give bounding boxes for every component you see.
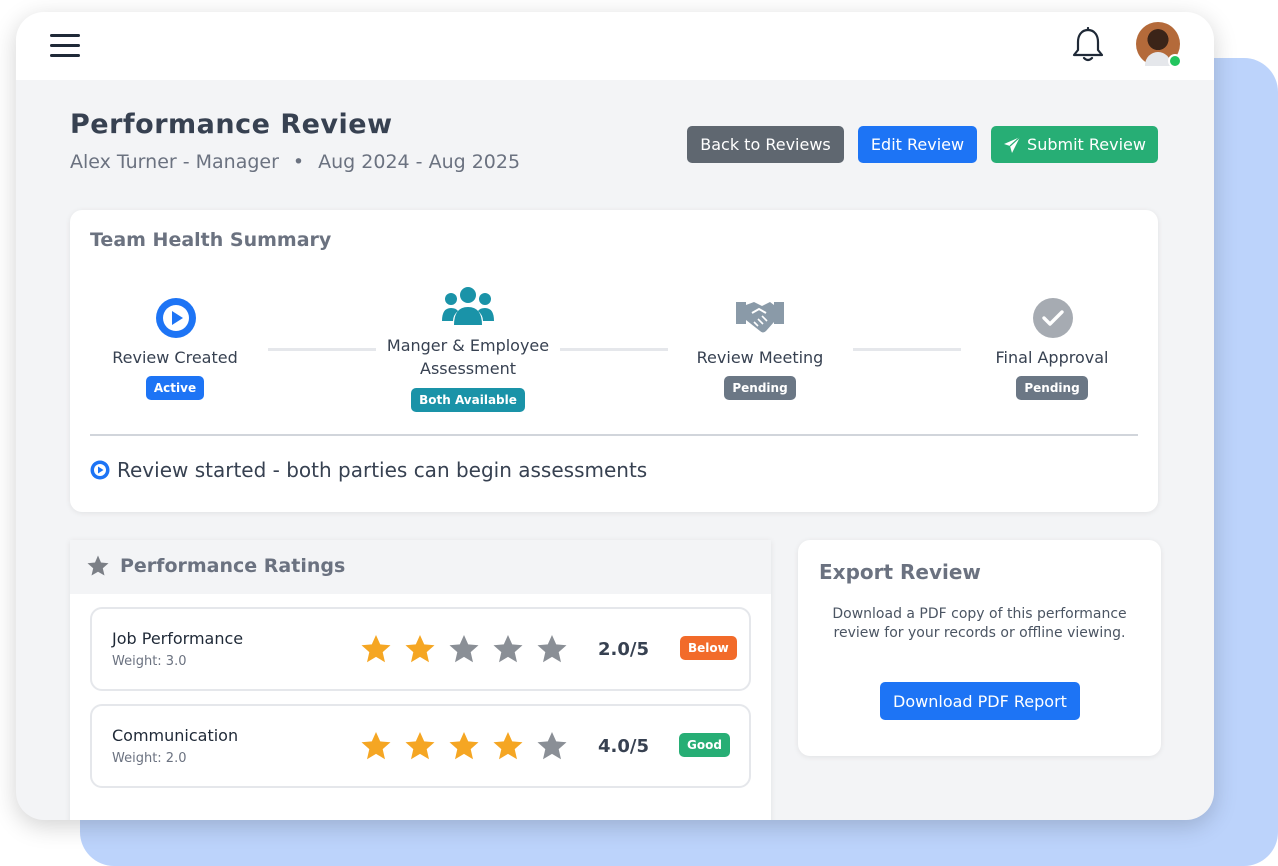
star-filled-icon[interactable]	[360, 633, 392, 665]
rating-row: Communication Weight: 2.0 4.0/5 Good	[90, 704, 751, 788]
handshake-icon	[736, 302, 784, 333]
paper-plane-icon	[1004, 136, 1021, 153]
step-label: Final Approval	[995, 348, 1109, 367]
status-badge: Both Available	[411, 388, 525, 412]
rating-score: 4.0/5	[598, 736, 649, 757]
online-status-dot	[1168, 54, 1182, 68]
team-health-card: Team Health Summary Review Created Activ…	[70, 210, 1158, 512]
star-empty-icon[interactable]	[492, 633, 524, 665]
status-badge: Below	[680, 636, 737, 660]
star-rating[interactable]	[360, 633, 580, 665]
review-period: Aug 2024 - Aug 2025	[318, 151, 521, 173]
export-description: Download a PDF copy of this performance …	[832, 606, 1127, 641]
step-label-line2: Assessment	[420, 359, 516, 378]
step-connector	[268, 348, 376, 351]
step-label-line1: Manger & Employee	[386, 336, 550, 355]
step-connector	[853, 348, 961, 351]
team-health-title: Team Health Summary	[90, 229, 332, 251]
app-window: Performance Review Alex Turner - Manager…	[16, 12, 1214, 820]
star-empty-icon[interactable]	[448, 633, 480, 665]
star-filled-icon[interactable]	[448, 730, 480, 762]
submit-review-button[interactable]: Submit Review	[991, 126, 1158, 163]
star-filled-icon[interactable]	[360, 730, 392, 762]
step-label: Review Meeting	[696, 348, 824, 367]
star-rating[interactable]	[360, 730, 580, 762]
star-filled-icon[interactable]	[404, 633, 436, 665]
star-empty-icon[interactable]	[536, 633, 568, 665]
play-circle-icon	[156, 298, 196, 338]
status-text: Review started - both parties can begin …	[117, 458, 648, 482]
star-empty-icon[interactable]	[536, 730, 568, 762]
star-filled-icon[interactable]	[404, 730, 436, 762]
performance-ratings-panel: Performance Ratings Job Performance Weig…	[70, 540, 771, 820]
back-to-reviews-button[interactable]: Back to Reviews	[687, 126, 844, 163]
export-title: Export Review	[819, 560, 981, 584]
top-bar	[16, 12, 1214, 80]
rating-weight: Weight: 3.0	[112, 654, 187, 669]
employee-name: Alex Turner - Manager	[70, 151, 279, 173]
rating-weight: Weight: 2.0	[112, 751, 187, 766]
submit-review-label: Submit Review	[1027, 135, 1146, 154]
ratings-header: Performance Ratings	[70, 540, 771, 594]
users-icon	[442, 287, 494, 325]
edit-review-button[interactable]: Edit Review	[858, 126, 977, 163]
star-icon	[87, 555, 109, 576]
export-review-card: Export Review Download a PDF copy of thi…	[798, 540, 1161, 756]
rating-name: Communication	[112, 726, 239, 745]
play-circle-icon	[90, 460, 110, 480]
rating-name: Job Performance	[112, 629, 244, 648]
status-badge: Pending	[1016, 376, 1088, 400]
divider	[90, 434, 1138, 436]
status-badge: Pending	[724, 376, 796, 400]
star-filled-icon[interactable]	[492, 730, 524, 762]
hamburger-menu-icon[interactable]	[50, 32, 80, 60]
bell-icon[interactable]	[1071, 26, 1105, 63]
ratings-title: Performance Ratings	[120, 555, 346, 577]
subtitle-separator: •	[292, 151, 305, 173]
review-status-message: Review started - both parties can begin …	[90, 458, 647, 482]
status-badge: Good	[679, 733, 730, 757]
page-title: Performance Review	[70, 109, 393, 140]
avatar[interactable]	[1136, 22, 1182, 68]
step-label: Review Created	[112, 348, 238, 367]
page-subtitle: Alex Turner - Manager • Aug 2024 - Aug 202…	[70, 151, 520, 173]
step-connector	[560, 348, 668, 351]
rating-score: 2.0/5	[598, 639, 649, 660]
check-circle-icon	[1033, 298, 1073, 338]
step-label: Manger & Employee Assessment	[368, 334, 568, 380]
status-badge: Active	[145, 376, 205, 400]
download-pdf-button[interactable]: Download PDF Report	[880, 682, 1080, 720]
rating-row: Job Performance Weight: 3.0 2.0/5 Below	[90, 607, 751, 691]
